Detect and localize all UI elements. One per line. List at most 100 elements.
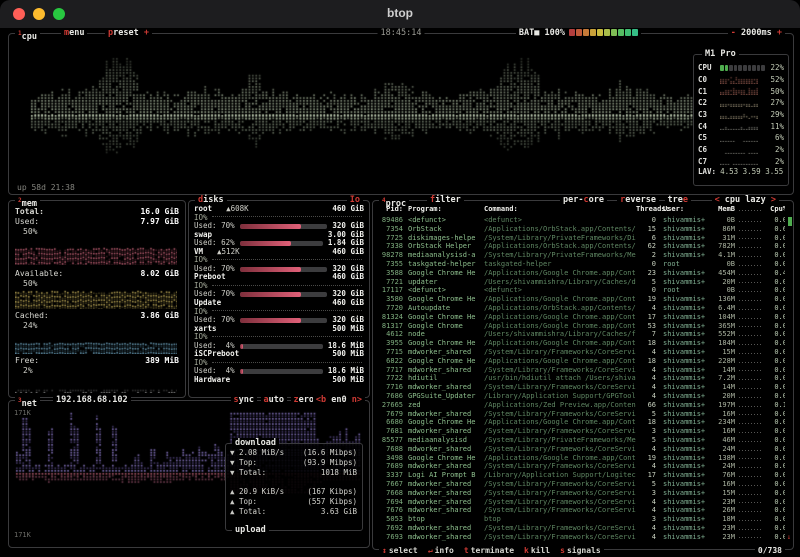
process-row[interactable]: 7725diskimages-helpe/System/Library/Priv… [377, 234, 785, 243]
mem-graph [15, 342, 177, 354]
proc-footer-actions: ↕select ↵info tterminate kkill ssignals [379, 546, 604, 555]
process-row[interactable]: 7686GPGSuite_Updater/Library/Application… [377, 392, 785, 401]
process-row[interactable]: 3588Google Chrome He/Applications/Google… [377, 269, 785, 278]
proc-scrollbar-thumb[interactable] [788, 217, 792, 226]
net-auto-toggle[interactable]: auto [261, 395, 287, 406]
cpu-total-meter [720, 65, 765, 71]
mem-row-free: Free:389 MiB [15, 356, 179, 366]
mem-graph [15, 387, 177, 393]
disk-row-hardware: Hardware500 MiB [194, 376, 364, 385]
mem-stats: Total: 16.0 GiB Used:7.97 GiB 50%Availabl… [15, 207, 179, 393]
process-row[interactable]: 7689mdworker_shared/System/Library/Frame… [377, 462, 785, 471]
proc-box: 4proc filter per-core reverse tree < cpu… [372, 200, 794, 550]
proc-header[interactable]: Pid: Program: Command: Threads: User: Me… [377, 204, 785, 214]
net-box: 3net 192.168.68.102 sync auto zero <b en… [8, 400, 370, 548]
process-row[interactable]: 7338OrbStack Helper/Applications/OrbStac… [377, 242, 785, 251]
mem-total-row: Total: 16.0 GiB [15, 207, 179, 217]
mem-graph [15, 247, 177, 265]
mem-row-used: Used:7.97 GiB [15, 217, 179, 227]
net-interface-selector[interactable]: <b en0 n> [313, 395, 365, 406]
update-interval[interactable]: - 2000ms + [728, 28, 785, 39]
process-row[interactable]: 7355taskgated-helpertaskgated-helper0roo… [377, 260, 785, 269]
process-row[interactable]: 89486<defunct><defunct>0shivammis+0B0.0 [377, 216, 785, 225]
process-row[interactable]: 7717mdworker_shared/System/Library/Frame… [377, 366, 785, 375]
battery-meter [569, 29, 638, 36]
process-row[interactable]: 5053btopbtop3shivammis+18M0.0 [377, 515, 785, 524]
terminal: 1cpu menu preset + 18:45:14 BAT■ 100% - … [0, 28, 800, 557]
footer-action-kill[interactable]: kkill [524, 546, 550, 555]
footer-action-signals[interactable]: ssignals [560, 546, 601, 555]
clock: 18:45:14 [378, 28, 425, 39]
process-row[interactable]: 85577mediaanalysisd/System/Library/Priva… [377, 436, 785, 445]
process-row[interactable]: 6680Google Chrome He/Applications/Google… [377, 418, 785, 427]
process-row[interactable]: 7354OrbStack/Applications/OrbStack.app/C… [377, 225, 785, 234]
process-row[interactable]: 7720Autoupdate/Applications/OrbStack.app… [377, 304, 785, 313]
net-stat-row: ▲20.9 KiB/s(167 Kibps) [230, 487, 357, 497]
process-row[interactable]: 7715mdworker_shared/System/Library/Frame… [377, 348, 785, 357]
process-row[interactable]: 3337Logi AI Prompt B/Library/Application… [377, 471, 785, 480]
mem-graph [15, 290, 177, 309]
process-row[interactable]: 17117<defunct><defunct>0root0B0.0 [377, 286, 785, 295]
load-average-row: LAV: 4.53 3.59 3.55 [694, 167, 788, 179]
window-title: btop [0, 6, 800, 20]
core-row-c0: C052% [694, 74, 788, 86]
cpu-model-label: M1 Pro [702, 49, 739, 60]
core-row-c2: C227% [694, 97, 788, 109]
battery-indicator: BAT■ 100% [516, 28, 641, 39]
scroll-down-icon[interactable]: ↓ [787, 533, 791, 541]
net-ip-label: 192.168.68.102 [53, 395, 131, 406]
process-row[interactable]: 7688mdworker_shared/System/Library/Frame… [377, 445, 785, 454]
footer-action-select[interactable]: ↕select [382, 546, 418, 555]
disks-box: disks Io root▲608K460 GiBIO%Used: 70%320… [188, 200, 370, 398]
mem-percent: 2% [15, 366, 179, 376]
process-count: 0/738 [755, 546, 785, 555]
process-row[interactable]: 81324Google Chrome He/Applications/Googl… [377, 313, 785, 322]
btop-window: btop 1cpu menu preset + 18:45:14 BAT■ 10… [0, 0, 800, 557]
process-row[interactable]: 7721updater/Users/shivammishra/Library/C… [377, 278, 785, 287]
disk-row-root: root▲608K460 GiB [194, 205, 364, 214]
process-row[interactable]: 81317Google Chrome/Applications/Google C… [377, 322, 785, 331]
process-row[interactable]: 7668mdworker_shared/System/Library/Frame… [377, 489, 785, 498]
mem-percent: 50% [15, 279, 179, 289]
process-row[interactable]: 3498Google Chrome He/Applications/Google… [377, 454, 785, 463]
net-stat-row: ▲Total:3.63 GiB [230, 507, 357, 517]
disk-row-update: Update460 GiB [194, 299, 364, 308]
tab-cpu[interactable]: 1cpu [15, 28, 40, 43]
process-row[interactable]: 7679mdworker_shared/System/Library/Frame… [377, 410, 785, 419]
process-row[interactable]: 7676mdworker_shared/System/Library/Frame… [377, 506, 785, 515]
uptime-label: up 58d 21:38 [17, 183, 75, 192]
core-row-c1: C150% [694, 85, 788, 97]
disk-row-xarts: xarts500 MiB [194, 325, 364, 334]
net-info-panel: download ▼2.08 MiB/s(16.6 Mibps)▼Top:(93… [225, 443, 363, 531]
net-stat-row: ▲Top:(557 Kibps) [230, 497, 357, 507]
net-sync-toggle[interactable]: sync [231, 395, 257, 406]
footer-action-info[interactable]: ↵info [428, 546, 454, 555]
process-row[interactable]: 3955Google Chrome He/Applications/Google… [377, 339, 785, 348]
net-stat-row: ▼2.08 MiB/s(16.6 Mibps) [230, 448, 357, 458]
net-axis-bottom: 171K [14, 531, 31, 539]
process-row[interactable]: 7722hdiutil/usr/bin/hdiutil attach /User… [377, 374, 785, 383]
titlebar: btop [0, 0, 800, 29]
cpu-core-panel: M1 Pro CPU 22% C052%C150%C227%C329%C411%… [693, 54, 789, 186]
menu-button[interactable]: menu [61, 28, 87, 39]
process-row[interactable]: 27665zed/Applications/Zed Preview.app/Co… [377, 401, 785, 410]
process-row[interactable]: 7716mdworker_shared/System/Library/Frame… [377, 383, 785, 392]
process-row[interactable]: 98278mediaanalysisd-a/System/Library/Pri… [377, 251, 785, 260]
mem-row-cached: Cached:3.86 GiB [15, 311, 179, 321]
cpu-box: 1cpu menu preset + 18:45:14 BAT■ 100% - … [8, 33, 794, 195]
net-axis-top: 171K [14, 409, 31, 417]
process-row[interactable]: 7693mdworker_shared/System/Library/Frame… [377, 533, 785, 542]
process-row[interactable]: 6822Google Chrome He/Applications/Google… [377, 357, 785, 366]
mem-row-available: Available:8.02 GiB [15, 269, 179, 279]
core-row-c7: C72% [694, 156, 788, 168]
process-row[interactable]: 7667mdworker_shared/System/Library/Frame… [377, 480, 785, 489]
footer-action-terminate[interactable]: tterminate [464, 546, 514, 555]
process-row[interactable]: 3580Google Chrome He/Applications/Google… [377, 295, 785, 304]
core-row-c6: C62% [694, 144, 788, 156]
cpu-usage-graph [29, 46, 781, 168]
preset-button[interactable]: preset + [105, 28, 152, 39]
process-row[interactable]: 7692mdworker_shared/System/Library/Frame… [377, 524, 785, 533]
process-row[interactable]: 4612node/Users/shivammishra/Library/Cach… [377, 330, 785, 339]
process-row[interactable]: 7694mdworker_shared/System/Library/Frame… [377, 498, 785, 507]
process-row[interactable]: 7681mdworker_shared/System/Library/Frame… [377, 427, 785, 436]
